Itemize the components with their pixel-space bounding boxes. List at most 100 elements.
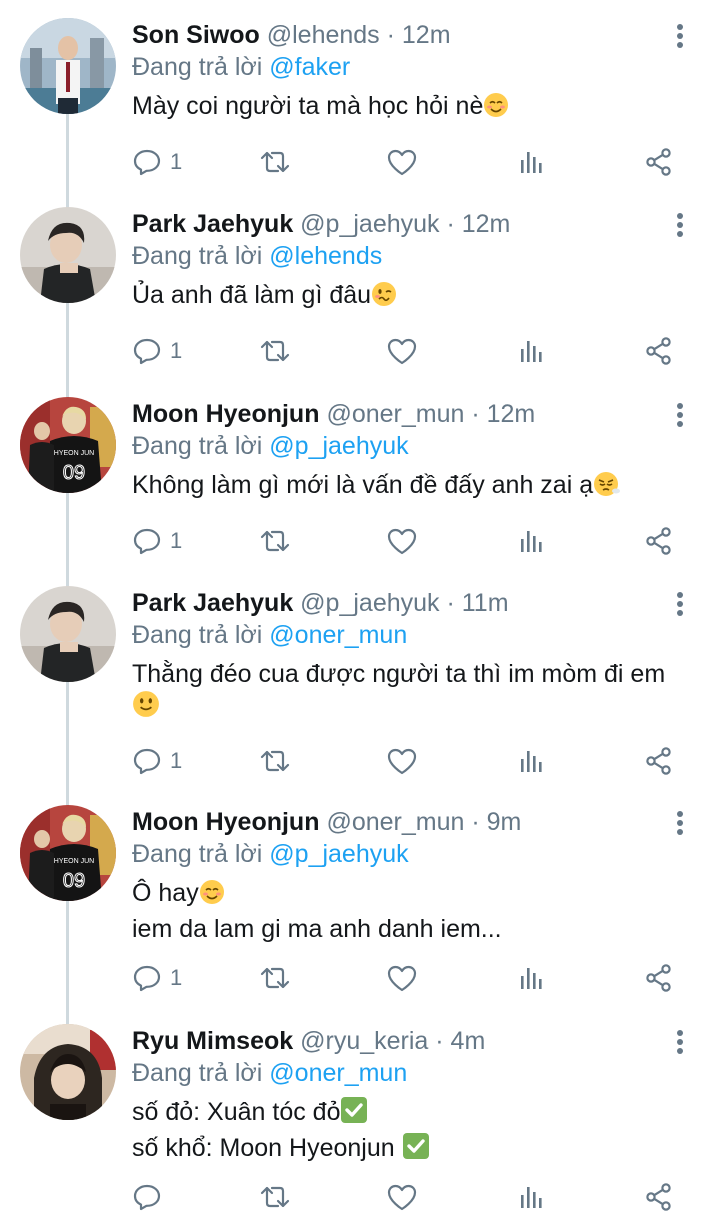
avatar-moon-hyeonjun[interactable]: HYEON JUN 09 [20, 805, 116, 901]
share-icon [644, 746, 674, 776]
author-name[interactable]: Moon Hyeonjun [132, 808, 319, 836]
replying-label: Đang trả lời [132, 432, 270, 460]
retweet-button[interactable] [258, 744, 292, 778]
author-handle[interactable]: @oner_mun [326, 808, 464, 836]
like-button[interactable] [386, 744, 418, 778]
author-handle[interactable]: @p_jaehyuk [300, 589, 439, 617]
replying-label: Đang trả lời [132, 1059, 270, 1087]
more-options-icon[interactable] [670, 401, 690, 429]
replying-to: Đang trả lời @p_jaehyuk [132, 431, 409, 461]
author-name[interactable]: Ryu Mimseok [132, 1027, 293, 1055]
more-options-icon[interactable] [670, 590, 690, 618]
tweet-time: · 4m [428, 1027, 486, 1055]
reply-count: 1 [170, 748, 183, 773]
retweet-button[interactable] [258, 145, 292, 179]
analytics-button[interactable] [516, 334, 546, 368]
author-name[interactable]: Moon Hyeonjun [132, 400, 319, 428]
reply-count: 1 [170, 338, 183, 363]
analytics-button[interactable] [516, 524, 546, 558]
mention-link[interactable]: @faker [269, 53, 350, 81]
mention-link[interactable]: @oner_mun [269, 621, 407, 649]
author-name[interactable]: Son Siwoo [132, 21, 260, 49]
retweet-button[interactable] [258, 961, 292, 995]
analytics-button[interactable] [516, 744, 546, 778]
heart-icon [386, 1182, 418, 1212]
reply-button[interactable] [132, 1180, 170, 1214]
share-icon [644, 526, 674, 556]
analytics-button[interactable] [516, 1180, 546, 1214]
share-button[interactable] [644, 961, 674, 995]
like-button[interactable] [386, 334, 418, 368]
retweet-icon [258, 746, 292, 776]
heart-icon [386, 963, 418, 993]
reply-icon [132, 1182, 162, 1212]
tweet-time: · 12m [379, 21, 451, 49]
tweet-text: Không làm gì mới là vấn đề đấy anh zai ạ [132, 469, 702, 505]
avatar-ryu-mimseok[interactable] [20, 1024, 116, 1120]
tweet-text-line: Ủa anh đã làm gì đâu [132, 281, 372, 309]
avatar-park-jaehyuk[interactable] [20, 207, 116, 303]
share-button[interactable] [644, 145, 674, 179]
reply-icon [132, 336, 162, 366]
share-button[interactable] [644, 334, 674, 368]
like-button[interactable] [386, 145, 418, 179]
author-name[interactable]: Park Jaehyuk [132, 589, 293, 617]
retweet-button[interactable] [258, 524, 292, 558]
replying-to: Đang trả lời @lehends [132, 241, 382, 271]
slight-smile-emoji [132, 690, 160, 726]
reply-button[interactable]: 1 [132, 145, 182, 179]
replying-to: Đang trả lời @oner_mun [132, 620, 407, 650]
avatar-moon-hyeonjun[interactable]: HYEON JUN 09 [20, 397, 116, 493]
like-button[interactable] [386, 961, 418, 995]
like-button[interactable] [386, 1180, 418, 1214]
tweet-text-line: Mày coi người ta mà học hỏi nè [132, 92, 484, 120]
reply-button[interactable]: 1 [132, 961, 182, 995]
author-handle[interactable]: @p_jaehyuk [300, 210, 439, 238]
more-options-icon[interactable] [670, 22, 690, 50]
avatar-son-siwoo[interactable] [20, 18, 116, 114]
share-icon [644, 963, 674, 993]
share-button[interactable] [644, 1180, 674, 1214]
replying-label: Đang trả lời [132, 242, 270, 270]
retweet-button[interactable] [258, 1180, 292, 1214]
reply-button[interactable]: 1 [132, 744, 182, 778]
analytics-button[interactable] [516, 145, 546, 179]
analytics-button[interactable] [516, 961, 546, 995]
replying-label: Đang trả lời [132, 840, 270, 868]
reply-button[interactable]: 1 [132, 334, 182, 368]
woozy-face-emoji [371, 281, 397, 315]
analytics-icon [516, 746, 546, 776]
mention-link[interactable]: @lehends [269, 242, 382, 270]
replying-to: Đang trả lời @p_jaehyuk [132, 839, 409, 869]
check-mark-emoji [402, 1132, 430, 1168]
mention-link[interactable]: @p_jaehyuk [269, 840, 408, 868]
retweet-icon [258, 147, 292, 177]
more-options-icon[interactable] [670, 1028, 690, 1056]
reply-button[interactable]: 1 [132, 524, 182, 558]
share-button[interactable] [644, 524, 674, 558]
tweet-text-line: iem da lam gi ma anh danh iem... [132, 915, 502, 943]
mention-link[interactable]: @oner_mun [269, 1059, 407, 1087]
replying-label: Đang trả lời [132, 53, 270, 81]
analytics-icon [516, 526, 546, 556]
reply-icon [132, 526, 162, 556]
heart-icon [386, 336, 418, 366]
author-handle[interactable]: @ryu_keria [300, 1027, 428, 1055]
author-name[interactable]: Park Jaehyuk [132, 210, 293, 238]
retweet-button[interactable] [258, 334, 292, 368]
author-handle[interactable]: @oner_mun [326, 400, 464, 428]
analytics-icon [516, 1182, 546, 1212]
mention-link[interactable]: @p_jaehyuk [269, 432, 408, 460]
share-button[interactable] [644, 744, 674, 778]
heart-icon [386, 746, 418, 776]
more-options-icon[interactable] [670, 211, 690, 239]
analytics-icon [516, 147, 546, 177]
tweet-time: · 12m [439, 210, 511, 238]
like-button[interactable] [386, 524, 418, 558]
heart-icon [386, 147, 418, 177]
analytics-icon [516, 963, 546, 993]
more-options-icon[interactable] [670, 809, 690, 837]
author-handle[interactable]: @lehends [267, 21, 380, 49]
tweet-text: số đỏ: Xuân tóc đỏ số khổ: Moon Hyeonjun [132, 1096, 702, 1168]
avatar-park-jaehyuk[interactable] [20, 586, 116, 682]
